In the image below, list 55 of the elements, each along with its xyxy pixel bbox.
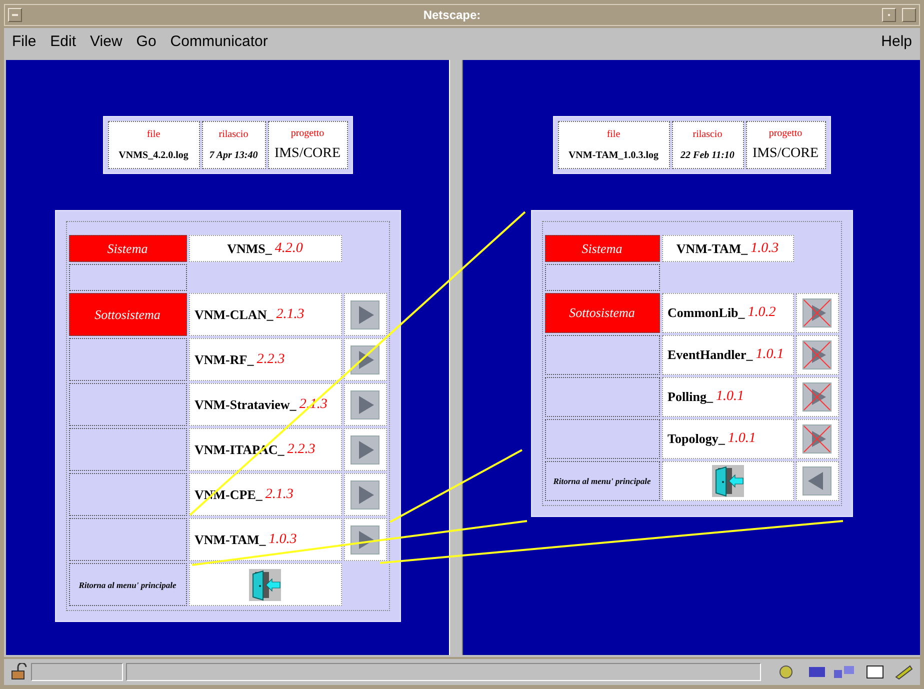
broken-image-icon[interactable] <box>802 382 832 412</box>
system-label: Sistema <box>544 235 660 262</box>
version-number: 2.2.3 <box>287 442 316 458</box>
menu-item[interactable]: View <box>90 32 122 50</box>
subsystem-name[interactable]: Topology_ 1.0.1 <box>662 419 794 459</box>
version-number: 1.0.1 <box>716 389 744 405</box>
broken-image-icon[interactable] <box>802 298 832 328</box>
version-number: 1.0.3 <box>268 532 297 548</box>
help-menu[interactable]: Help <box>881 32 912 50</box>
subsystem-label: Sottosistema <box>544 293 660 333</box>
system-name: VNM-TAM_ 1.0.3 <box>662 235 794 262</box>
subsystem-name[interactable]: EventHandler_ 1.0.1 <box>662 335 794 375</box>
return-label: Ritorna al menu' principale <box>553 476 651 486</box>
version-number: 1.0.3 <box>750 240 779 256</box>
exit-door-icon[interactable] <box>249 568 281 600</box>
release-date: 7 Apr 13:40 <box>209 150 258 161</box>
subsystem-name[interactable]: VNM-CLAN_ 2.1.3 <box>188 293 342 336</box>
subsystem-name[interactable]: CommonLib_ 1.0.2 <box>662 293 794 333</box>
return-label: Ritorna al menu' principale <box>78 580 176 590</box>
menu-item[interactable]: Communicator <box>170 32 268 50</box>
exit-door-icon[interactable] <box>712 465 744 497</box>
broken-image-icon[interactable] <box>802 340 832 370</box>
version-number: 4.2.0 <box>274 240 303 256</box>
version-number: 1.0.1 <box>728 431 756 447</box>
version-number: 1.0.1 <box>756 347 784 363</box>
subsystem-label: Sottosistema <box>68 293 186 336</box>
lock-icon[interactable] <box>10 663 28 681</box>
project-name: IMS/CORE <box>274 146 341 162</box>
system-name: VNMS_ 4.2.0 <box>188 235 342 262</box>
column-header: rilascio <box>218 129 248 140</box>
menu-item[interactable]: File <box>12 32 36 50</box>
file-name: VNM-TAM_1.0.3.log <box>568 150 659 161</box>
minimize-button[interactable] <box>882 8 896 22</box>
column-header: file <box>146 129 160 140</box>
column-header: rilascio <box>692 129 722 140</box>
subsystem-name[interactable]: VNM-RF_ 2.2.3 <box>188 338 342 381</box>
column-header: progetto <box>768 128 802 139</box>
subsystem-name[interactable]: VNM-TAM_ 1.0.3 <box>188 518 342 561</box>
subsystem-name[interactable]: Polling_ 1.0.1 <box>662 377 794 417</box>
version-number: 2.1.3 <box>276 306 304 322</box>
window-title: Netscape: <box>422 8 482 22</box>
maximize-button[interactable] <box>902 8 916 22</box>
project-name: IMS/CORE <box>752 146 819 162</box>
release-date: 22 Feb 11:10 <box>680 150 734 161</box>
menu-item[interactable]: Go <box>136 32 156 50</box>
version-number: 1.0.2 <box>748 305 776 321</box>
column-header: progetto <box>290 128 324 139</box>
file-name: VNMS_4.2.0.log <box>118 150 188 161</box>
menu-item[interactable]: Edit <box>50 32 76 50</box>
version-number: 2.2.3 <box>256 352 285 368</box>
version-number: 2.1.3 <box>265 486 294 502</box>
broken-image-icon[interactable] <box>802 424 832 454</box>
system-label: Sistema <box>68 235 186 262</box>
column-header: file <box>606 129 620 140</box>
window-menu-button[interactable] <box>8 8 22 22</box>
